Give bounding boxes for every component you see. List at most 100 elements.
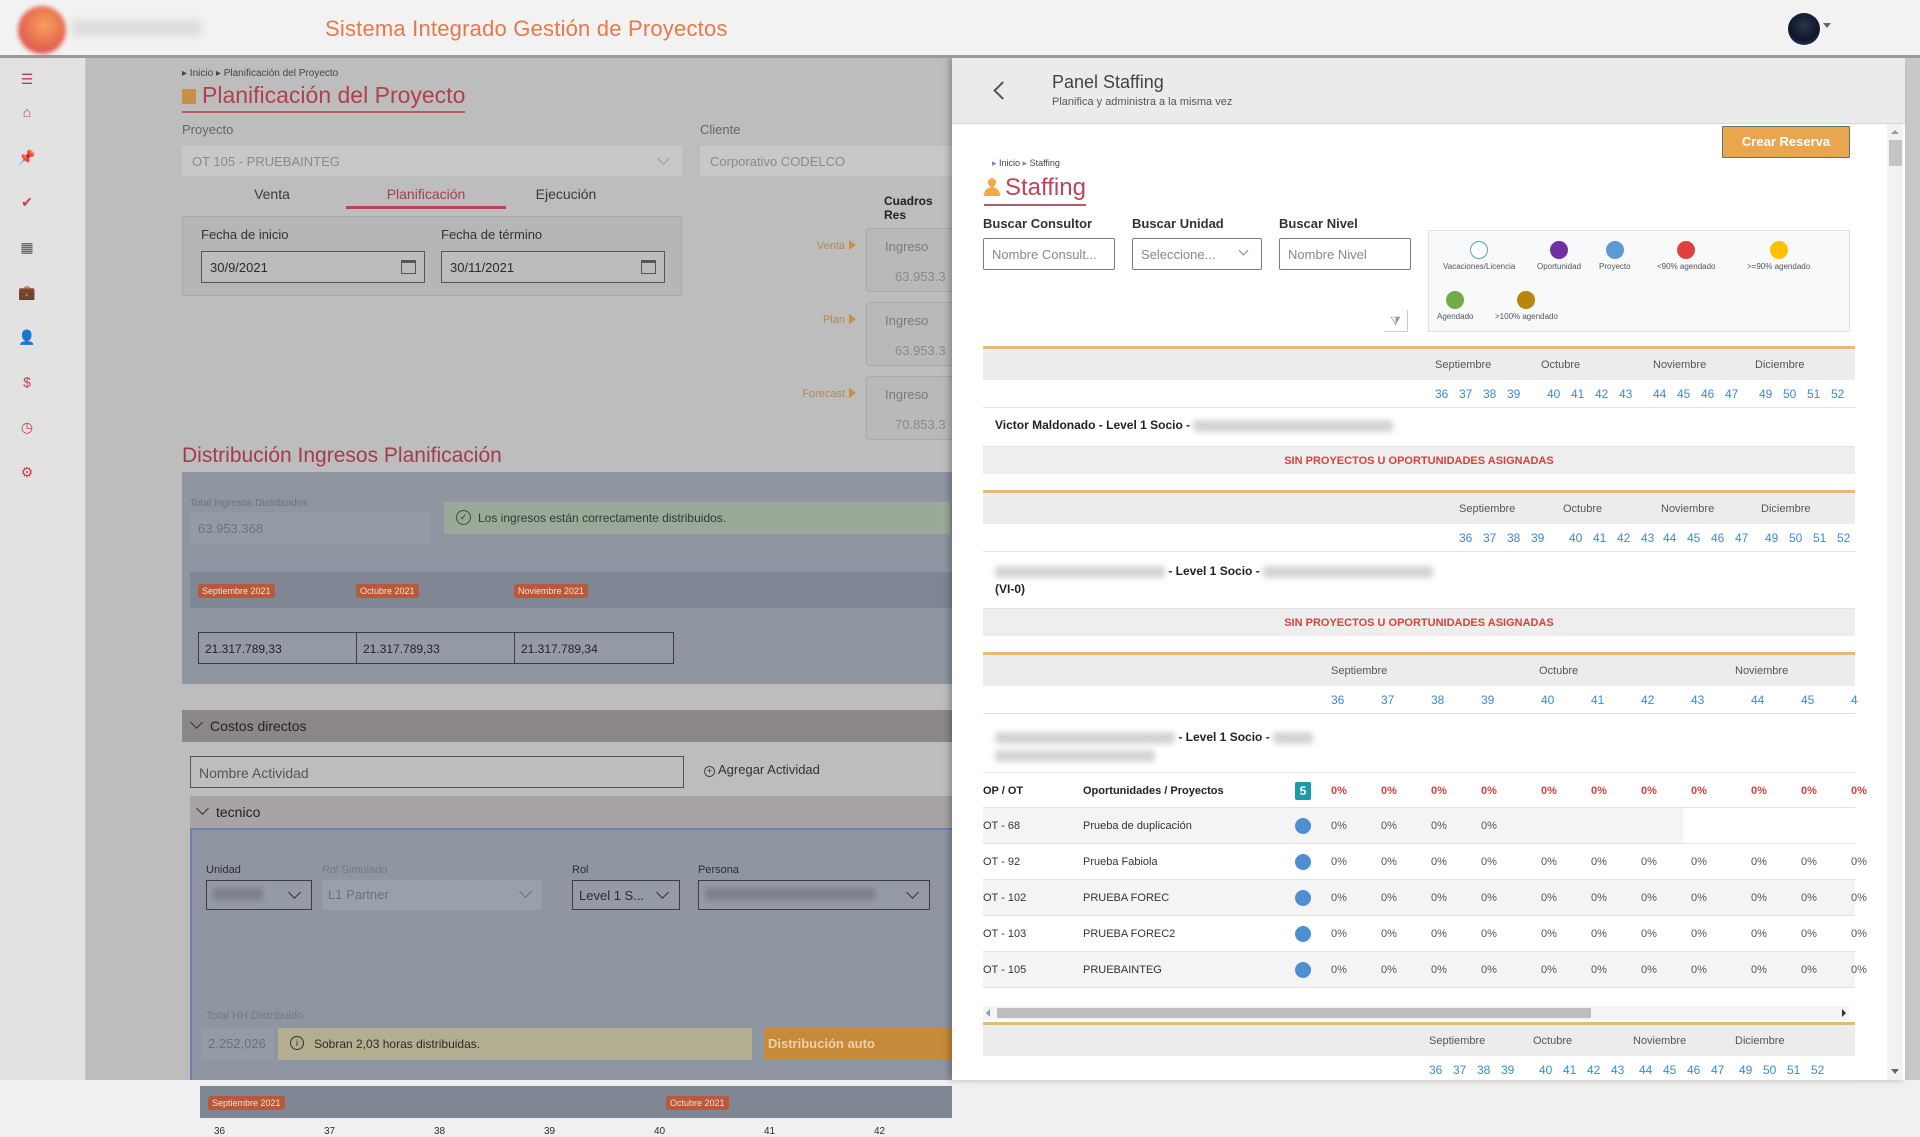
week-number[interactable]: 46 — [1687, 1063, 1700, 1077]
week-percent[interactable]: 0% — [1851, 964, 1867, 976]
week-percent[interactable]: 0% — [1381, 928, 1397, 940]
week-number[interactable]: 38 — [1477, 1063, 1490, 1077]
week-percent[interactable]: 0% — [1641, 892, 1657, 904]
costos-directos-header[interactable]: Costos directos — [182, 710, 952, 742]
nivel-search-input[interactable]: Nombre Nivel — [1279, 238, 1411, 270]
table-row[interactable]: OT - 92 Prueba Fabiola 0% 0% 0% 0% 0% 0% 0% 0% 0% 0… — [983, 844, 1867, 880]
week-number[interactable]: 42 — [1595, 387, 1608, 401]
week-percent[interactable]: 0% — [1481, 820, 1497, 832]
clear-filter-icon[interactable]: ⧩ — [1384, 310, 1408, 332]
week-number[interactable]: 41 — [1593, 531, 1606, 545]
tab-venta[interactable]: Venta — [212, 186, 332, 202]
week-number[interactable]: 40 — [1541, 693, 1554, 707]
unidad-select[interactable] — [206, 880, 312, 910]
vertical-scrollbar[interactable] — [1887, 124, 1903, 1080]
week-number[interactable]: 49 — [1759, 387, 1772, 401]
week-percent[interactable]: 0% — [1431, 928, 1447, 940]
week-number[interactable]: 43 — [1611, 1063, 1624, 1077]
week-number[interactable]: 45 — [1801, 693, 1814, 707]
gear-icon[interactable]: ⚙ — [18, 463, 36, 481]
week-number[interactable]: 43 — [1691, 693, 1704, 707]
week-number[interactable]: 37 — [1381, 693, 1394, 707]
calendar-icon[interactable] — [641, 260, 656, 274]
chevron-down-icon[interactable] — [1823, 23, 1831, 28]
week-percent[interactable]: 0% — [1481, 892, 1497, 904]
week-percent[interactable]: 0% — [1381, 856, 1397, 868]
tecnico-header[interactable]: tecnico — [190, 796, 952, 828]
week-percent[interactable]: 0% — [1481, 856, 1497, 868]
persona-select[interactable] — [698, 880, 930, 910]
week-number[interactable]: 38 — [1483, 387, 1496, 401]
week-percent[interactable]: 0% — [1331, 964, 1347, 976]
week-number[interactable]: 37 — [1459, 387, 1472, 401]
week-number[interactable]: 39 — [1481, 693, 1494, 707]
calendar-icon[interactable] — [401, 260, 416, 274]
dollar-icon[interactable]: $ — [18, 373, 36, 391]
user-icon[interactable]: 👤 — [18, 328, 36, 346]
check-icon[interactable]: ✔ — [18, 193, 36, 211]
week-number[interactable]: 45 — [1687, 531, 1700, 545]
week-percent[interactable]: 0% — [1481, 928, 1497, 940]
week-percent[interactable]: 0% — [1691, 856, 1707, 868]
menu-icon[interactable]: ☰ — [18, 70, 36, 88]
week-number[interactable]: 40 — [1547, 387, 1560, 401]
week-number[interactable]: 36 — [1459, 531, 1472, 545]
table-row[interactable]: OT - 68 Prueba de duplicación 0% 0% 0% 0% — [983, 808, 1855, 844]
user-avatar[interactable] — [1788, 13, 1820, 45]
week-number[interactable]: 41 — [1591, 693, 1604, 707]
week-number[interactable]: 45 — [1677, 387, 1690, 401]
week-number[interactable]: 46 — [1711, 531, 1724, 545]
week-number[interactable]: 40 — [1569, 531, 1582, 545]
week-percent[interactable]: 0% — [1851, 856, 1867, 868]
week-percent[interactable]: 0% — [1591, 892, 1607, 904]
week-number[interactable]: 49 — [1765, 531, 1778, 545]
actividad-input[interactable]: Nombre Actividad — [190, 756, 684, 788]
week-percent[interactable]: 0% — [1641, 928, 1657, 940]
week-percent[interactable]: 0% — [1591, 856, 1607, 868]
week-number[interactable]: 52 — [1831, 387, 1844, 401]
week-percent[interactable]: 0% — [1641, 856, 1657, 868]
week-number[interactable]: 44 — [1751, 693, 1764, 707]
week-percent[interactable]: 0% — [1481, 964, 1497, 976]
fecha-inicio-input[interactable]: 30/9/2021 — [201, 251, 425, 283]
week-number[interactable]: 4 — [1851, 693, 1858, 707]
scroll-left-icon[interactable] — [986, 1009, 990, 1017]
week-number[interactable]: 47 — [1711, 1063, 1724, 1077]
breadcrumb-inicio[interactable]: Inicio — [999, 158, 1020, 168]
week-percent[interactable]: 0% — [1541, 964, 1557, 976]
week-number[interactable]: 39 — [1531, 531, 1544, 545]
tab-planificacion[interactable]: Planificación — [346, 186, 506, 209]
clock-icon[interactable]: ◷ — [18, 418, 36, 436]
week-number[interactable]: 47 — [1735, 531, 1748, 545]
week-number[interactable]: 49 — [1739, 1063, 1752, 1077]
scroll-up-icon[interactable] — [1891, 130, 1899, 134]
week-number[interactable]: 42 — [1641, 693, 1654, 707]
week-number[interactable]: 40 — [1539, 1063, 1552, 1077]
company-logo[interactable] — [18, 6, 66, 54]
week-percent[interactable]: 0% — [1331, 892, 1347, 904]
week-number[interactable]: 36 — [1429, 1063, 1442, 1077]
week-number[interactable]: 51 — [1813, 531, 1826, 545]
week-percent[interactable]: 0% — [1431, 964, 1447, 976]
week-number[interactable]: 47 — [1725, 387, 1738, 401]
week-percent[interactable]: 0% — [1331, 856, 1347, 868]
unidad-select[interactable]: Seleccione... — [1132, 238, 1262, 270]
week-number[interactable]: 41 — [1571, 387, 1584, 401]
week-number[interactable]: 38 — [1507, 531, 1520, 545]
week-percent[interactable]: 0% — [1751, 964, 1767, 976]
week-percent[interactable]: 0% — [1801, 928, 1817, 940]
week-number[interactable]: 37 — [1483, 531, 1496, 545]
scroll-down-icon[interactable] — [1891, 1069, 1899, 1074]
rol-simulado-select[interactable]: L1 Partner — [322, 880, 542, 910]
week-number[interactable]: 44 — [1663, 531, 1676, 545]
week-percent[interactable]: 0% — [1641, 964, 1657, 976]
week-percent[interactable]: 0% — [1801, 964, 1817, 976]
week-percent[interactable]: 0% — [1751, 856, 1767, 868]
month-value-input[interactable]: 21.317.789,33 — [198, 632, 358, 664]
scrollbar-thumb[interactable] — [1889, 140, 1902, 166]
week-number[interactable]: 46 — [1701, 387, 1714, 401]
week-percent[interactable]: 0% — [1381, 964, 1397, 976]
week-number[interactable]: 52 — [1837, 531, 1850, 545]
fecha-termino-input[interactable]: 30/11/2021 — [441, 251, 665, 283]
week-number[interactable]: 50 — [1783, 387, 1796, 401]
